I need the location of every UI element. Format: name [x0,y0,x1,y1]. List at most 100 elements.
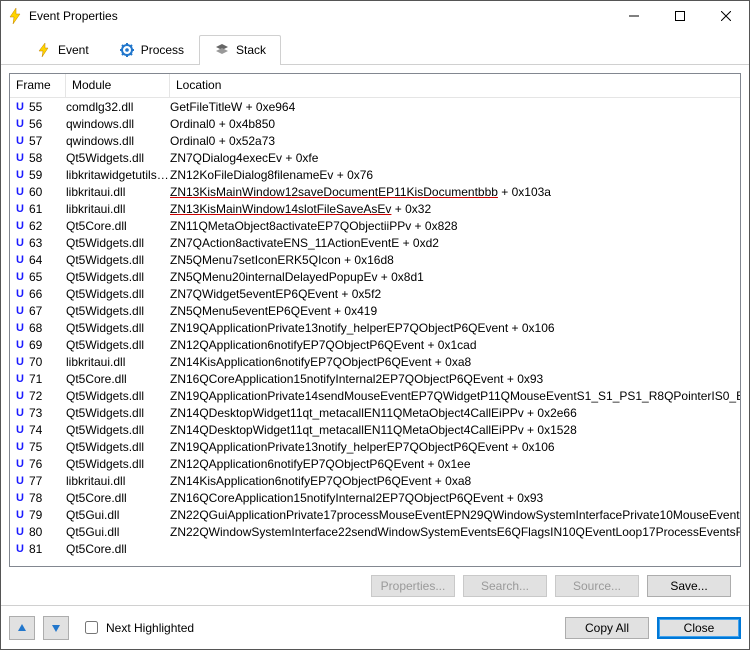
usermode-icon: U [14,441,26,453]
cell-module: Qt5Widgets.dll [66,253,170,267]
col-location[interactable]: Location [170,74,740,97]
table-body[interactable]: U55comdlg32.dllGetFileTitleW + 0xe964U56… [10,98,740,566]
table-row[interactable]: U63Qt5Widgets.dllZN7QAction8activateENS_… [10,234,740,251]
tab-stack[interactable]: Stack [199,35,281,65]
cell-frame: U74 [10,423,66,437]
table-row[interactable]: U66Qt5Widgets.dllZN7QWidget5eventEP6QEve… [10,285,740,302]
usermode-icon: U [14,458,26,470]
cell-frame: U65 [10,270,66,284]
tab-label: Event [58,43,89,57]
minimize-button[interactable] [611,1,657,31]
table-row[interactable]: U73Qt5Widgets.dllZN14QDesktopWidget11qt_… [10,404,740,421]
cell-frame: U73 [10,406,66,420]
window-title: Event Properties [29,9,118,23]
table-row[interactable]: U79Qt5Gui.dllZN22QGuiApplicationPrivate1… [10,506,740,523]
table-row[interactable]: U56qwindows.dllOrdinal0 + 0x4b850 [10,115,740,132]
cell-location: ZN14QDesktopWidget11qt_metacallEN11QMeta… [170,406,740,420]
app-icon [7,8,23,24]
cell-frame: U79 [10,508,66,522]
cell-location: ZN7QDialog4execEv + 0xfe [170,151,740,165]
usermode-icon: U [14,186,26,198]
usermode-icon: U [14,509,26,521]
cell-frame: U56 [10,117,66,131]
cell-location: ZN19QApplicationPrivate14sendMouseEventE… [170,389,740,403]
cell-location: ZN12QApplication6notifyEP7QObjectP6QEven… [170,338,740,352]
cell-frame: U72 [10,389,66,403]
cell-location: ZN16QCoreApplication15notifyInternal2EP7… [170,491,740,505]
table-row[interactable]: U78Qt5Core.dllZN16QCoreApplication15noti… [10,489,740,506]
cell-module: Qt5Widgets.dll [66,151,170,165]
usermode-icon: U [14,339,26,351]
next-highlighted-button[interactable] [43,616,69,640]
next-highlighted-checkbox[interactable]: Next Highlighted [81,618,194,637]
usermode-icon: U [14,390,26,402]
table-row[interactable]: U75Qt5Widgets.dllZN19QApplicationPrivate… [10,438,740,455]
maximize-button[interactable] [657,1,703,31]
table-row[interactable]: U72Qt5Widgets.dllZN19QApplicationPrivate… [10,387,740,404]
cell-frame: U58 [10,151,66,165]
col-module[interactable]: Module [66,74,170,97]
table-row[interactable]: U60libkritaui.dllZN13KisMainWindow12save… [10,183,740,200]
table-row[interactable]: U80Qt5Gui.dllZN22QWindowSystemInterface2… [10,523,740,540]
table-row[interactable]: U59libkritawidgetutils.dllZN12KoFileDial… [10,166,740,183]
cell-location: ZN11QMetaObject8activateEP7QObjectiiPPv … [170,219,740,233]
table-row[interactable]: U62Qt5Core.dllZN11QMetaObject8activateEP… [10,217,740,234]
cell-module: Qt5Core.dll [66,491,170,505]
table-row[interactable]: U76Qt5Widgets.dllZN12QApplication6notify… [10,455,740,472]
table-row[interactable]: U65Qt5Widgets.dllZN5QMenu20internalDelay… [10,268,740,285]
cell-module: libkritaui.dll [66,474,170,488]
bolt-icon [36,42,52,58]
close-button[interactable] [703,1,749,31]
cell-location: Ordinal0 + 0x52a73 [170,134,740,148]
cell-module: Qt5Widgets.dll [66,406,170,420]
table-row[interactable]: U74Qt5Widgets.dllZN14QDesktopWidget11qt_… [10,421,740,438]
table-row[interactable]: U81Qt5Core.dll [10,540,740,557]
table-row[interactable]: U77libkritaui.dllZN14KisApplication6noti… [10,472,740,489]
cell-module: libkritaui.dll [66,185,170,199]
table-row[interactable]: U71Qt5Core.dllZN16QCoreApplication15noti… [10,370,740,387]
tab-event[interactable]: Event [21,35,104,65]
table-row[interactable]: U68Qt5Widgets.dllZN19QApplicationPrivate… [10,319,740,336]
table-row[interactable]: U70libkritaui.dllZN14KisApplication6noti… [10,353,740,370]
table-row[interactable]: U57qwindows.dllOrdinal0 + 0x52a73 [10,132,740,149]
table-row[interactable]: U58Qt5Widgets.dllZN7QDialog4execEv + 0xf… [10,149,740,166]
tab-process[interactable]: Process [104,35,199,65]
cell-frame: U66 [10,287,66,301]
save-button[interactable]: Save... [647,575,731,597]
cell-module: qwindows.dll [66,134,170,148]
usermode-icon: U [14,543,26,555]
col-frame[interactable]: Frame [10,74,66,97]
usermode-icon: U [14,135,26,147]
table-row[interactable]: U64Qt5Widgets.dllZN5QMenu7setIconERK5QIc… [10,251,740,268]
cell-location: ZN14KisApplication6notifyEP7QObjectP6QEv… [170,474,740,488]
cell-location: ZN19QApplicationPrivate13notify_helperEP… [170,440,740,454]
table-row[interactable]: U55comdlg32.dllGetFileTitleW + 0xe964 [10,98,740,115]
cell-frame: U81 [10,542,66,556]
copy-all-button[interactable]: Copy All [565,617,649,639]
table-row[interactable]: U67Qt5Widgets.dllZN5QMenu5eventEP6QEvent… [10,302,740,319]
table-row[interactable]: U61libkritaui.dllZN13KisMainWindow14slot… [10,200,740,217]
source-button: Source... [555,575,639,597]
usermode-icon: U [14,526,26,538]
close-dialog-button[interactable]: Close [657,617,741,639]
table-row[interactable]: U69Qt5Widgets.dllZN12QApplication6notify… [10,336,740,353]
cell-location: ZN22QWindowSystemInterface22sendWindowSy… [170,525,740,539]
usermode-icon: U [14,373,26,385]
usermode-icon: U [14,169,26,181]
cell-module: Qt5Gui.dll [66,508,170,522]
cell-module: Qt5Core.dll [66,219,170,233]
prev-highlighted-button[interactable] [9,616,35,640]
usermode-icon: U [14,492,26,504]
tab-label: Stack [236,43,266,57]
usermode-icon: U [14,237,26,249]
cell-frame: U63 [10,236,66,250]
usermode-icon: U [14,118,26,130]
cell-module: Qt5Core.dll [66,542,170,556]
cell-module: Qt5Widgets.dll [66,304,170,318]
title-bar[interactable]: Event Properties [1,1,749,31]
cell-frame: U67 [10,304,66,318]
cell-module: Qt5Widgets.dll [66,389,170,403]
cell-module: libkritaui.dll [66,202,170,216]
next-highlighted-input[interactable] [85,621,98,634]
cell-location: ZN14KisApplication6notifyEP7QObjectP6QEv… [170,355,740,369]
